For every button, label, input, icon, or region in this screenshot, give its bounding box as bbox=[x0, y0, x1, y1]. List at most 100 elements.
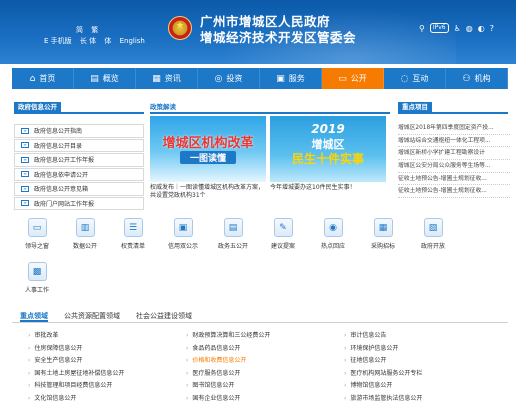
policy-image-1-subtitle: 一图读懂 bbox=[180, 151, 236, 164]
list-item[interactable]: 征收土地预公告-增圃土规划征收... bbox=[398, 185, 510, 199]
policy-card-1[interactable]: 增城区机构改革 一图读懂 权威发布｜一图读懂增城区机构改革方案，共设置党政机构3… bbox=[150, 116, 266, 200]
list-item[interactable]: 医疗机构网站服务公开专栏 bbox=[344, 368, 494, 381]
leader-icon: ▭ bbox=[27, 218, 47, 237]
policy-image-1-title: 增城区机构改革 bbox=[162, 136, 254, 151]
policy-image-2[interactable]: 2019 增城区 民生十件实事 bbox=[270, 116, 386, 182]
list-item[interactable]: 增城站综合交通枢纽一体化工程项... bbox=[398, 135, 510, 148]
list-item[interactable]: ≡ 政府信息公开工作年报 bbox=[14, 153, 144, 167]
news-icon: ▦ bbox=[152, 73, 161, 84]
quick-link-five-open[interactable]: ▤ 政务五公开 bbox=[212, 218, 254, 250]
list-item[interactable]: 价格和收费信息公开 bbox=[186, 355, 336, 368]
nav-public[interactable]: ▭ 公开 bbox=[322, 68, 384, 89]
list-item[interactable]: 征收土地预公告-增圃土规划征收... bbox=[398, 173, 510, 186]
policy-image-1[interactable]: 增城区机构改革 一图读懂 bbox=[150, 116, 266, 182]
globe-icon: ◎ bbox=[214, 73, 223, 84]
mobile-version-link[interactable]: E 手机版 bbox=[44, 37, 72, 45]
site-header: 简 繁 E 手机版 长 体 体 English ★ 广州市增城区人民政府 增城经… bbox=[0, 0, 516, 64]
list-item[interactable]: 财政预算决算和三公经费公开 bbox=[186, 330, 336, 343]
help-icon[interactable]: ? bbox=[490, 24, 494, 33]
quick-link-proposal[interactable]: ✎ 建议提案 bbox=[262, 218, 304, 250]
purchase-icon: ▦ bbox=[373, 218, 393, 237]
list-item[interactable]: 国有企业信息公开 bbox=[186, 393, 336, 406]
overview-icon: ▤ bbox=[90, 73, 99, 84]
quick-link-open[interactable]: ▧ 政府开放 bbox=[412, 218, 454, 250]
list-item[interactable]: 征地信息公开 bbox=[344, 355, 494, 368]
list-item[interactable]: ≡ 政府信息依申请公开 bbox=[14, 167, 144, 181]
quick-link-purchase[interactable]: ▦ 采购招标 bbox=[362, 218, 404, 250]
list-item[interactable]: 安全生产信息公开 bbox=[28, 355, 178, 368]
tab-key-areas[interactable]: 重点领域 bbox=[20, 310, 48, 322]
site-title[interactable]: 广州市增城区人民政府 增城经济技术开发区管委会 bbox=[200, 14, 356, 46]
header-tools: ⚲ IPv6 ♿ ◍ ◐ ? bbox=[419, 23, 494, 33]
list-item[interactable]: ≡ 政府信息公开指南 bbox=[14, 124, 144, 138]
list-item[interactable]: 增城区公安分局公众服务等生场等... bbox=[398, 160, 510, 173]
nav-service[interactable]: ▣ 服务 bbox=[260, 68, 322, 89]
main-nav: ⌂ 首页 ▤ 概览 ▦ 资讯 ◎ 投资 ▣ 服务 ▭ 公开 ◌ 互动 ⚇ 机构 bbox=[12, 68, 508, 89]
wechat-icon[interactable]: ◐ bbox=[478, 24, 485, 33]
accessibility-icon[interactable]: ♿ bbox=[454, 24, 461, 33]
document-icon: ≡ bbox=[21, 127, 29, 134]
policy-card-2[interactable]: 2019 增城区 民生十件实事 今年增城要办这10件民生实事！ bbox=[270, 116, 386, 192]
list-item[interactable]: ≡ 政府信息公开意见箱 bbox=[14, 182, 144, 196]
quick-link-credit[interactable]: ▣ 信用双公示 bbox=[162, 218, 204, 250]
search-icon[interactable]: ⚲ bbox=[419, 24, 425, 33]
list-item[interactable]: 旅游市场监管执法信息公开 bbox=[344, 393, 494, 406]
list-item[interactable]: 食品药品信息公开 bbox=[186, 343, 336, 356]
policy-caption-1[interactable]: 权威发布｜一图读懂增城区机构改革方案，共设置党政机构31个 bbox=[150, 182, 266, 200]
nav-org[interactable]: ⚇ 机构 bbox=[446, 68, 508, 89]
list-item[interactable]: 增城区新桥小学扩建工程勘察设计 bbox=[398, 147, 510, 161]
document-icon: ≡ bbox=[21, 200, 29, 207]
document-icon: ≡ bbox=[21, 185, 29, 192]
policy-caption-2[interactable]: 今年增城要办这10件民生实事！ bbox=[270, 182, 386, 192]
national-emblem-icon: ★ bbox=[168, 16, 192, 40]
proposal-icon: ✎ bbox=[273, 218, 293, 237]
nav-home[interactable]: ⌂ 首页 bbox=[12, 68, 74, 89]
quick-link-leader[interactable]: ▭ 领导之窗 bbox=[16, 218, 58, 250]
list-item[interactable]: 博物馆信息公开 bbox=[344, 380, 494, 393]
quick-link-personnel[interactable]: ▩ 人事工作 bbox=[16, 262, 58, 294]
document-icon: ≡ bbox=[21, 171, 29, 178]
key-projects-list: 增城区2018年第四季度固定资产投... 增城站综合交通枢纽一体化工程项... … bbox=[398, 122, 510, 199]
domain-col-3: 审计信息公告 环境保护信息公开 征地信息公开 医疗机构网站服务公开专栏 博物馆信… bbox=[344, 330, 494, 405]
personnel-icon: ▩ bbox=[27, 262, 47, 281]
weibo-icon[interactable]: ◍ bbox=[466, 24, 473, 33]
five-open-icon: ▤ bbox=[223, 218, 243, 237]
key-projects-heading: 重点项目 bbox=[398, 102, 508, 114]
english-link[interactable]: English bbox=[120, 37, 145, 45]
domain-tabs: 重点领域 公共资源配置领域 社会公益建设领域 bbox=[12, 310, 508, 323]
home-icon: ⌂ bbox=[29, 73, 36, 84]
simplified-traditional-link[interactable]: 简 繁 bbox=[44, 25, 151, 36]
open-icon: ▧ bbox=[423, 218, 443, 237]
quick-link-list[interactable]: ☰ 权责清单 bbox=[112, 218, 154, 250]
policy-image-2-title: 民生十件实事 bbox=[291, 152, 364, 166]
list-item[interactable]: 审计信息公告 bbox=[344, 330, 494, 343]
policy-image-2-year: 2019 bbox=[311, 122, 345, 136]
public-info-list: ≡ 政府信息公开指南 ≡ 政府信息公开目录 ≡ 政府信息公开工作年报 ≡ 政府信息依申请… bbox=[14, 124, 144, 211]
nav-invest[interactable]: ◎ 投资 bbox=[198, 68, 260, 89]
list-item[interactable]: 审批改革 bbox=[28, 330, 178, 343]
quick-link-hotspot[interactable]: ◉ 热点回应 bbox=[312, 218, 354, 250]
list-item[interactable]: 图书馆信息公开 bbox=[186, 380, 336, 393]
nav-interact[interactable]: ◌ 互动 bbox=[384, 68, 446, 89]
list-item[interactable]: ≡ 政府信息公开目录 bbox=[14, 138, 144, 152]
domain-col-1: 审批改革 住房保障信息公开 安全生产信息公开 国有土地上房屋征地补偿信息公开 科… bbox=[28, 330, 178, 405]
interact-icon: ◌ bbox=[400, 73, 409, 84]
nav-overview[interactable]: ▤ 概览 bbox=[74, 68, 136, 89]
org-icon: ⚇ bbox=[462, 73, 471, 84]
quick-link-data[interactable]: ▥ 数据公开 bbox=[64, 218, 106, 250]
data-icon: ▥ bbox=[75, 218, 95, 237]
tab-public-resources[interactable]: 公共资源配置领域 bbox=[64, 310, 120, 322]
tab-social-welfare[interactable]: 社会公益建设领域 bbox=[136, 310, 192, 322]
list-item[interactable]: 增城区2018年第四季度固定资产投... bbox=[398, 122, 510, 135]
lang-link-3[interactable]: 体 bbox=[104, 37, 111, 45]
ipv6-badge: IPv6 bbox=[429, 23, 449, 33]
list-item[interactable]: 环境保护信息公开 bbox=[344, 343, 494, 356]
list-item[interactable]: 文化馆信息公开 bbox=[28, 393, 178, 406]
nav-news[interactable]: ▦ 资讯 bbox=[136, 68, 198, 89]
list-item[interactable]: 住房保障信息公开 bbox=[28, 343, 178, 356]
list-item[interactable]: 国有土地上房屋征地补偿信息公开 bbox=[28, 368, 178, 381]
list-item[interactable]: 科技管理和项目经费信息公开 bbox=[28, 380, 178, 393]
lang-link-2[interactable]: 长 体 bbox=[80, 37, 96, 45]
list-item[interactable]: ≡ 政府门户网站工作年报 bbox=[14, 196, 144, 210]
list-item[interactable]: 医疗服务信息公开 bbox=[186, 368, 336, 381]
